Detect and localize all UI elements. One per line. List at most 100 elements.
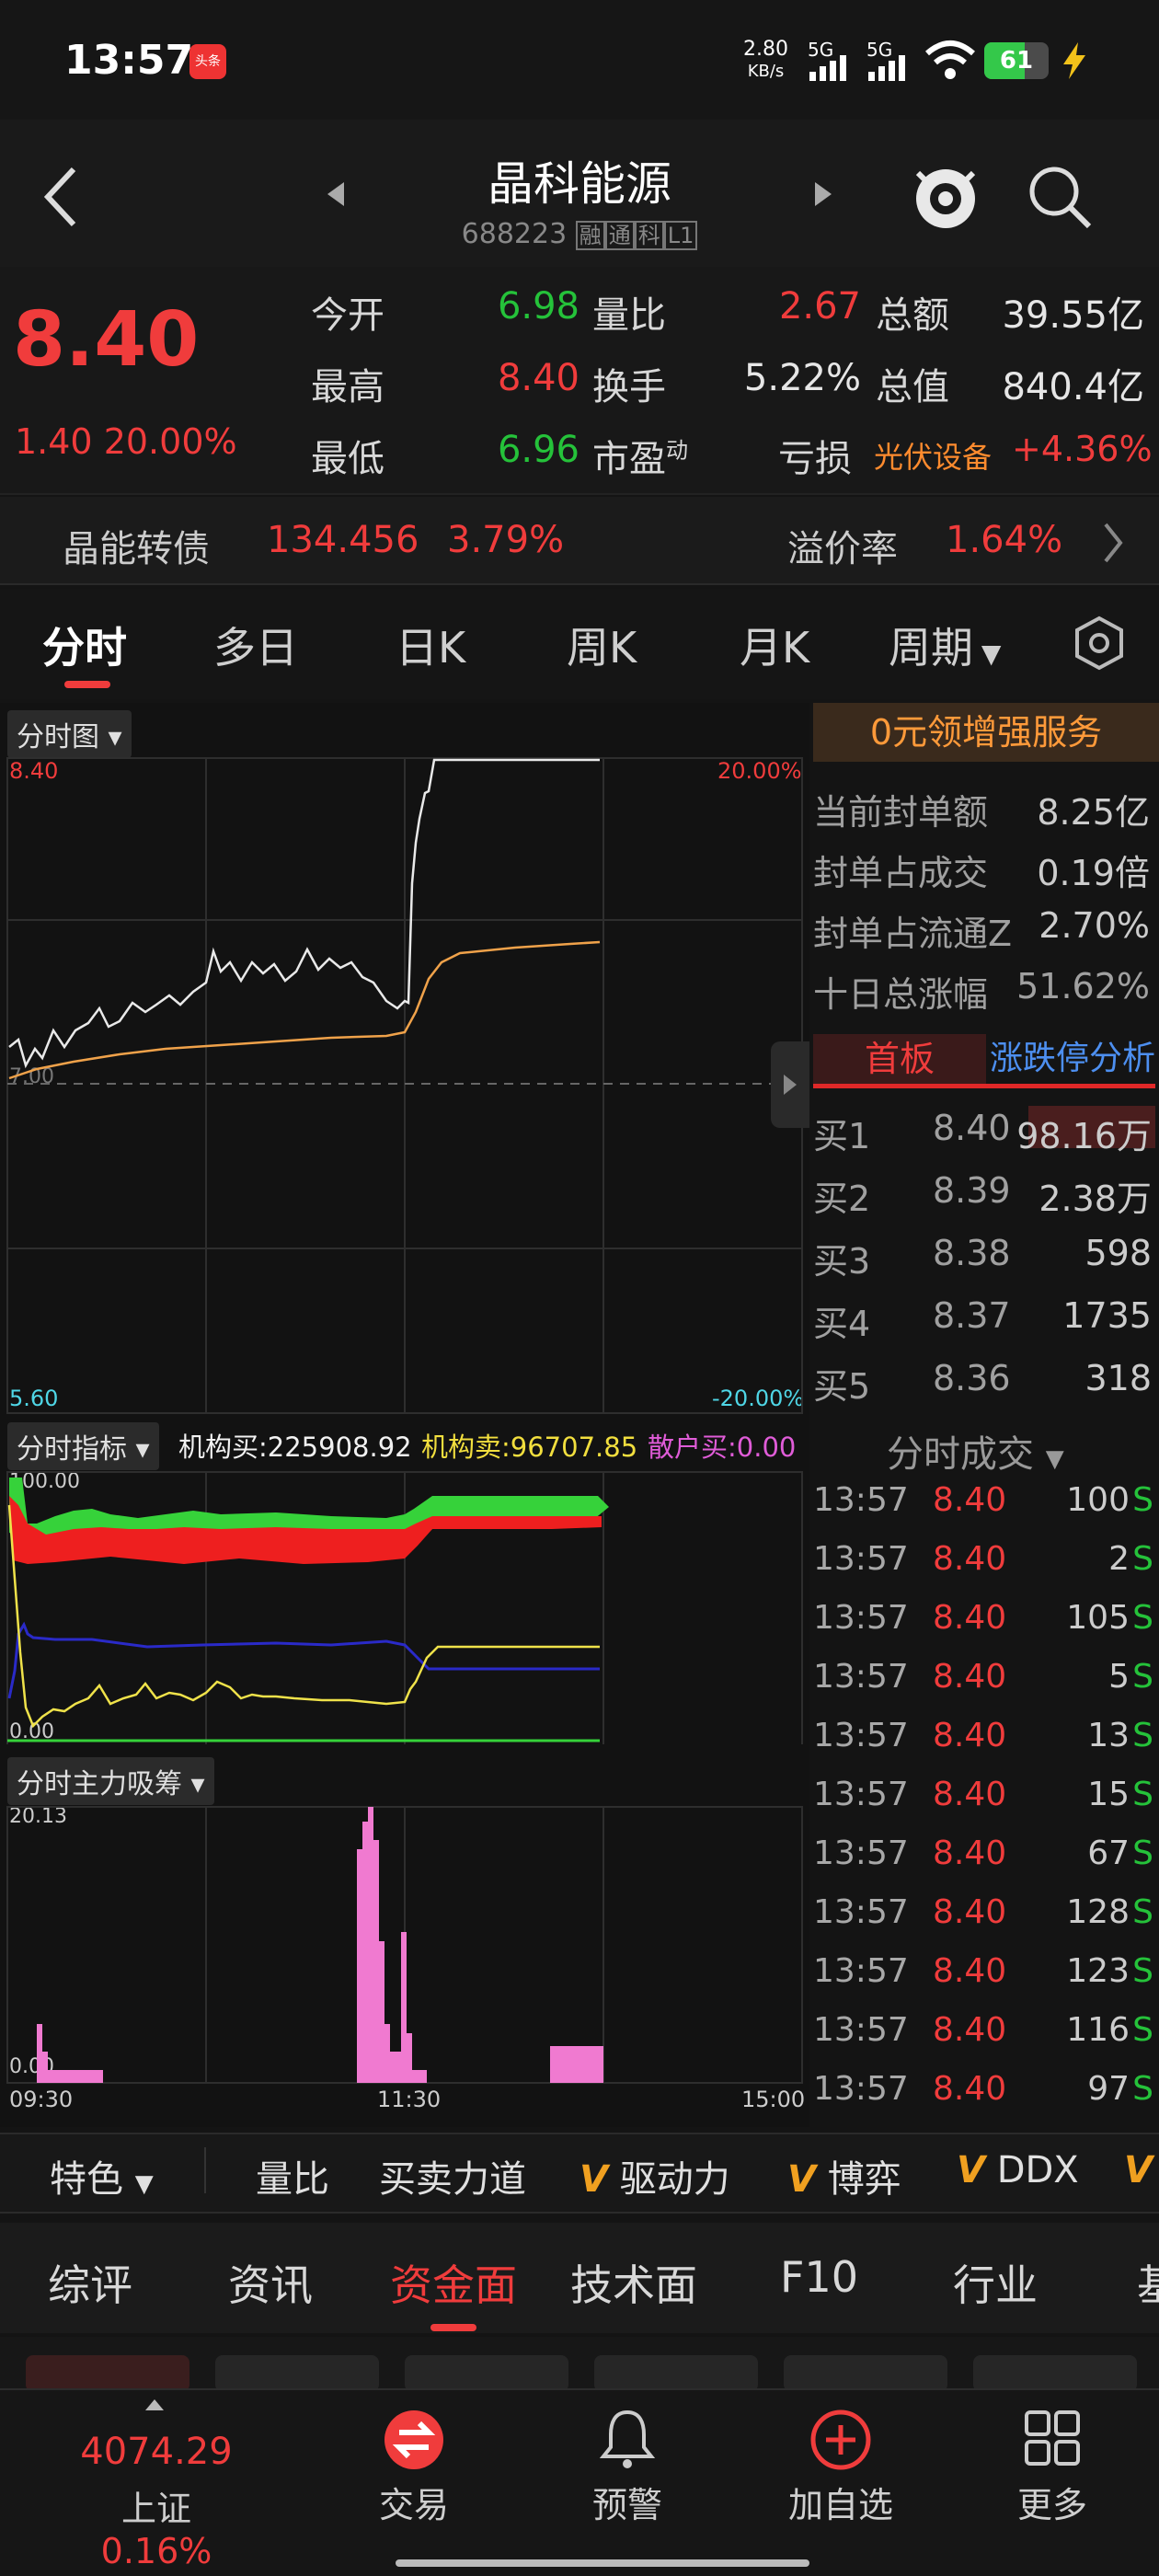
- tab-fund[interactable]: 基: [1137, 2252, 1159, 2313]
- bid-price-3: 8.38: [933, 1233, 1011, 1273]
- chip[interactable]: [594, 2355, 758, 2392]
- retail-buy: 散户买:0.00: [648, 1432, 797, 1463]
- label-low: 最低: [311, 438, 384, 480]
- tab-monthly-k[interactable]: 月K: [740, 615, 809, 675]
- bond-price: 134.456: [267, 519, 419, 561]
- tab-technical[interactable]: 技术面: [570, 2252, 697, 2313]
- chevron-right-icon[interactable]: [1100, 521, 1126, 565]
- indicator-vol-ratio[interactable]: 量比: [256, 2149, 329, 2202]
- chip[interactable]: [405, 2355, 568, 2392]
- capital-tab-indicator: [430, 2324, 476, 2331]
- settings-icon[interactable]: [1071, 615, 1128, 672]
- bid-vol-5: 318: [1084, 1358, 1152, 1398]
- stat-label-1: 当前封单额: [813, 792, 989, 833]
- stat-label-3: 封单占流通Z: [813, 914, 1013, 954]
- stat-value-4: 51.62%: [1016, 966, 1150, 1006]
- time-end: 15:00: [741, 2087, 806, 2112]
- bell-icon[interactable]: [598, 2407, 657, 2471]
- bid-label-3: 买3: [813, 1241, 871, 1282]
- trade-row: 13:57 8.40 13 S: [813, 1717, 1153, 1754]
- bid-vol-3: 598: [1084, 1233, 1152, 1273]
- trade-row: 13:57 8.40 2 S: [813, 1540, 1153, 1578]
- divider: [204, 2147, 206, 2193]
- value-vol-ratio: 2.67: [778, 285, 861, 328]
- index-value[interactable]: 4074.29: [64, 2431, 248, 2473]
- bid-label-1: 买1: [813, 1116, 871, 1156]
- sector-pct: +4.36%: [1012, 429, 1153, 469]
- tag-l1: L1: [663, 221, 698, 250]
- tab-weekly-k[interactable]: 周K: [567, 615, 637, 675]
- tab-first-board[interactable]: 首板: [813, 1034, 986, 1084]
- tab-news[interactable]: 资讯: [228, 2252, 313, 2313]
- bid-vol-1: 98.16万: [1016, 1116, 1152, 1156]
- indicator-drive[interactable]: V 驱动力: [580, 2149, 730, 2202]
- sector-name[interactable]: 光伏设备: [874, 434, 992, 477]
- tag-rong: 融: [575, 221, 605, 250]
- promo-banner[interactable]: 0元领增强服务: [813, 703, 1159, 762]
- chip[interactable]: [973, 2355, 1137, 2392]
- absorb-selector[interactable]: 分时主力吸筹 ▾: [7, 1757, 214, 1805]
- chip[interactable]: [215, 2355, 379, 2392]
- trade-icon[interactable]: [383, 2409, 445, 2471]
- stock-code: 688223: [461, 218, 568, 250]
- tab-limit-analysis[interactable]: 涨跌停分析: [986, 1034, 1159, 1084]
- stat-value-3: 2.70%: [1039, 905, 1150, 946]
- tab-multiday[interactable]: 多日: [213, 615, 298, 675]
- search-icon[interactable]: [1025, 162, 1095, 232]
- tab-capital[interactable]: 资金面: [390, 2252, 517, 2313]
- index-line[interactable]: 上证 0.16%: [64, 2480, 248, 2571]
- label-open: 今开: [311, 294, 384, 337]
- label-high: 最高: [311, 366, 384, 408]
- indicator-buy-sell-force[interactable]: 买卖力道: [379, 2149, 526, 2202]
- last-price: 8.40: [13, 296, 200, 384]
- bid-label-4: 买4: [813, 1304, 871, 1344]
- signal-icon-2: [868, 55, 905, 81]
- more-grid-icon[interactable]: [1023, 2409, 1082, 2467]
- indicator-featured[interactable]: 特色 ▼: [50, 2149, 154, 2202]
- trade-row: 13:57 8.40 67 S: [813, 1834, 1153, 1872]
- next-stock-icon[interactable]: [809, 178, 835, 210]
- trade-row: 13:57 8.40 15 S: [813, 1776, 1153, 1813]
- chip[interactable]: [26, 2355, 189, 2392]
- chip[interactable]: [784, 2355, 947, 2392]
- trade-row: 13:57 8.40 105 S: [813, 1599, 1153, 1637]
- add-watchlist-icon[interactable]: [809, 2409, 872, 2471]
- mascot-icon[interactable]: [911, 158, 981, 232]
- home-indicator[interactable]: [396, 2559, 809, 2567]
- bond-name: 晶能转债: [63, 528, 210, 570]
- indicator-ddx[interactable]: V DDX: [957, 2149, 1079, 2191]
- value-high: 8.40: [497, 357, 580, 399]
- tab-intraday[interactable]: 分时: [42, 615, 127, 675]
- stock-code-line: 688223 融通科 L1: [0, 217, 1159, 250]
- nav-more[interactable]: 更多: [960, 2477, 1144, 2527]
- chart-selector[interactable]: 分时图 ▾: [7, 710, 132, 758]
- value-turnover: 5.22%: [743, 357, 861, 399]
- indicator-chart: [6, 1471, 803, 1744]
- indicator-more-v[interactable]: V: [1124, 2149, 1153, 2191]
- tab-overview[interactable]: 综评: [48, 2252, 132, 2313]
- trades-title[interactable]: 分时成交 ▼: [887, 1424, 1064, 1478]
- stat-label-4: 十日总涨幅: [813, 974, 989, 1015]
- bid-price-2: 8.39: [933, 1170, 1011, 1211]
- signal-icon: [809, 55, 846, 81]
- app-notification-icon: 头条: [189, 44, 226, 79]
- trade-row: 13:57 8.40 5 S: [813, 1658, 1153, 1696]
- chart-expand-handle[interactable]: [771, 1041, 809, 1128]
- bid-price-1: 8.40: [933, 1108, 1011, 1148]
- caret-up-icon: [145, 2399, 164, 2410]
- nav-trade[interactable]: 交易: [322, 2477, 506, 2527]
- indicator-game[interactable]: V 博弈: [787, 2149, 901, 2202]
- stat-value-2: 0.19倍: [1037, 853, 1150, 893]
- nav-alert[interactable]: 预警: [535, 2477, 719, 2527]
- battery-level: 61: [999, 47, 1034, 75]
- indicator-selector[interactable]: 分时指标 ▾: [7, 1422, 159, 1470]
- label-mktcap: 总值: [876, 366, 949, 408]
- time-mid: 11:30: [377, 2087, 442, 2112]
- nav-add-watchlist[interactable]: 加自选: [749, 2477, 933, 2527]
- trade-row: 13:57 8.40 123 S: [813, 1952, 1153, 1990]
- value-low: 6.96: [497, 429, 580, 471]
- tab-period[interactable]: 周期 ▼: [889, 615, 1001, 675]
- tab-daily-k[interactable]: 日K: [396, 615, 465, 675]
- tab-industry[interactable]: 行业: [953, 2252, 1038, 2313]
- tab-f10[interactable]: F10: [780, 2252, 858, 2302]
